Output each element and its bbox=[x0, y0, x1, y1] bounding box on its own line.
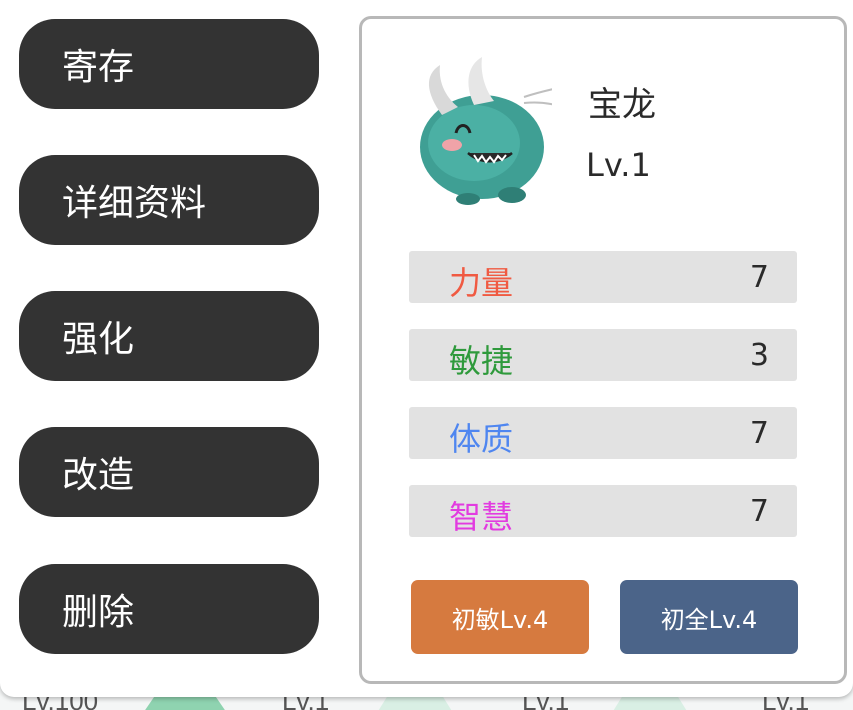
stat-row-wisdom: 智慧 7 bbox=[409, 485, 797, 537]
stat-value-agility: 3 bbox=[749, 338, 769, 373]
stat-label-constitution: 体质 bbox=[449, 420, 514, 458]
pet-level: Lv.1 bbox=[586, 146, 651, 184]
pet-info-card: 宝龙 Lv.1 力量 7 敏捷 3 体质 7 智慧 7 初敏Lv.4 初全Lv.… bbox=[359, 16, 847, 684]
details-button-label: 详细资料 bbox=[62, 183, 207, 224]
stat-label-agility: 敏捷 bbox=[449, 342, 514, 380]
initial-all-label: 初全Lv.4 bbox=[660, 605, 758, 634]
stat-value-wisdom: 7 bbox=[749, 494, 769, 529]
stat-value-strength: 7 bbox=[749, 260, 769, 295]
modify-button[interactable]: 改造 bbox=[19, 427, 319, 517]
delete-button-label: 删除 bbox=[62, 592, 135, 633]
store-button[interactable]: 寄存 bbox=[19, 19, 319, 109]
stat-row-strength: 力量 7 bbox=[409, 251, 797, 303]
delete-button[interactable]: 删除 bbox=[19, 564, 319, 654]
pet-options-popup: 寄存 详细资料 强化 改造 删除 宝龙 Lv.1 力量 7 敏捷 3 体质 7 … bbox=[0, 0, 853, 697]
stat-label-wisdom: 智慧 bbox=[449, 498, 514, 536]
initial-agility-label: 初敏Lv.4 bbox=[451, 605, 549, 634]
pet-name: 宝龙 bbox=[588, 85, 656, 125]
stat-value-constitution: 7 bbox=[749, 416, 769, 451]
initial-agility-button[interactable]: 初敏Lv.4 bbox=[411, 580, 589, 654]
pet-dragon-portrait bbox=[420, 57, 552, 205]
stat-row-constitution: 体质 7 bbox=[409, 407, 797, 459]
stat-row-agility: 敏捷 3 bbox=[409, 329, 797, 381]
store-button-label: 寄存 bbox=[62, 47, 135, 88]
enhance-button-label: 强化 bbox=[62, 319, 135, 360]
modify-button-label: 改造 bbox=[62, 455, 135, 496]
enhance-button[interactable]: 强化 bbox=[19, 291, 319, 381]
initial-all-button[interactable]: 初全Lv.4 bbox=[620, 580, 798, 654]
stat-label-strength: 力量 bbox=[449, 264, 514, 302]
details-button[interactable]: 详细资料 bbox=[19, 155, 319, 245]
